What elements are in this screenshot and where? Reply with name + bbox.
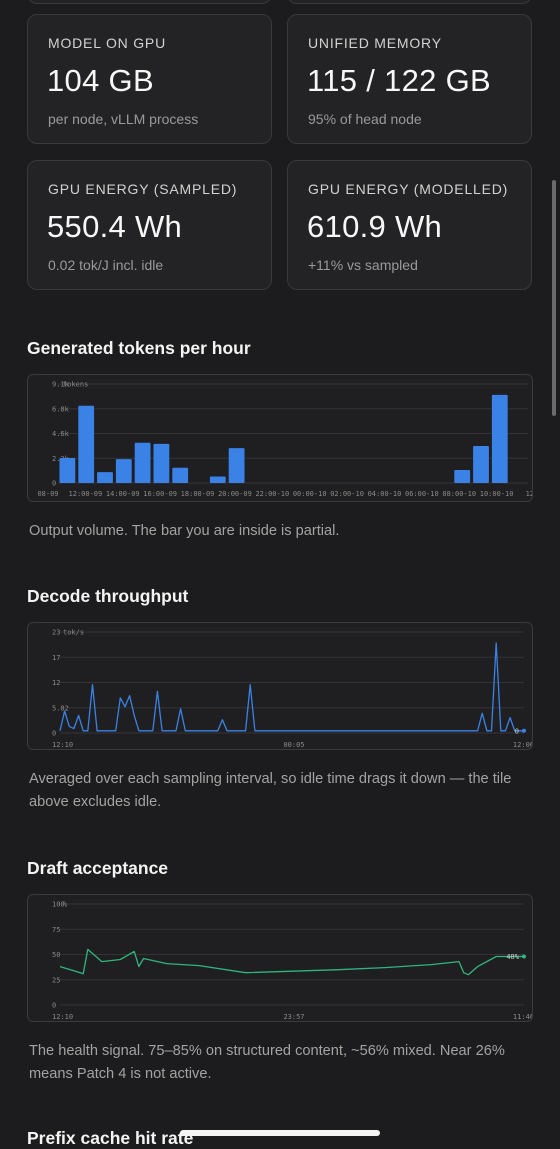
decode-chart-panel: 0 5.82 12 17 23 tok/s 0 12:10 00:05 12:06 <box>27 622 533 750</box>
x-tick-label: 08:00-10 <box>442 490 476 498</box>
x-tick-label: 12:06 <box>513 741 533 749</box>
home-indicator[interactable] <box>180 1130 380 1136</box>
stat-value: 550.4 Wh <box>47 209 183 244</box>
tokens-caption: Output volume. The bar you are inside is… <box>29 523 340 539</box>
bar <box>115 459 132 483</box>
x-tick-label: 02:00-10 <box>330 490 364 498</box>
previous-card-right <box>287 0 532 4</box>
x-tick-label: 18:00-09 <box>181 490 215 498</box>
stat-subtitle: 95% of head node <box>308 111 422 127</box>
x-tick-label: 23:57 <box>283 1013 304 1021</box>
x-tick-label: 12:0 <box>526 490 533 498</box>
stat-card-model-on-gpu: MODEL ON GPU 104 GB per node, vLLM proce… <box>27 14 272 144</box>
x-tick-label: 10:00-10 <box>480 490 514 498</box>
bar <box>491 394 508 483</box>
stat-subtitle: 0.02 tok/J incl. idle <box>48 257 164 273</box>
bar <box>153 443 170 483</box>
unit-label: tok/s <box>63 629 84 637</box>
y-tick-label: 25 <box>52 976 60 984</box>
tokens-chart-panel: 02.3k4.6k6.8k9.1ktokens08-0912:00-0914:0… <box>27 374 533 502</box>
x-tick-label: 00:05 <box>283 741 304 749</box>
stat-value: 104 GB <box>47 63 154 98</box>
x-tick-label: 22:00-10 <box>255 490 289 498</box>
y-tick-label: 23 <box>52 629 60 637</box>
stat-label: GPU ENERGY (MODELLED) <box>308 181 509 197</box>
bar <box>97 472 113 483</box>
x-tick-label: 12:00-09 <box>69 490 103 498</box>
bar <box>172 467 189 483</box>
y-tick-label: 6.8k <box>52 405 70 413</box>
y-tick-label: 0 <box>52 480 56 488</box>
section-title-decode: Decode throughput <box>27 586 189 606</box>
section-title-draft: Draft acceptance <box>27 858 169 878</box>
x-tick-label: 14:00-09 <box>106 490 140 498</box>
unit-label: tokens <box>63 381 88 389</box>
stat-value: 115 / 122 GB <box>307 63 491 98</box>
draft-chart-panel: 0 25 50 75 100% 48% 12:10 23:57 11:46 <box>27 894 533 1022</box>
previous-cards-edge <box>0 0 560 4</box>
last-point <box>522 728 526 733</box>
stat-subtitle: per node, vLLM process <box>48 111 199 127</box>
y-tick-label: 0 <box>52 730 56 738</box>
bar <box>134 442 151 483</box>
series-line <box>59 948 524 976</box>
stat-card-unified-memory: UNIFIED MEMORY 115 / 122 GB 95% of head … <box>287 14 532 144</box>
scrollbar[interactable] <box>552 180 556 416</box>
previous-card-left <box>27 0 272 4</box>
x-tick-label: 00:00-10 <box>293 490 327 498</box>
x-tick-label: 11:46 <box>513 1013 533 1021</box>
x-tick-label: 20:00-09 <box>218 490 252 498</box>
stat-label: MODEL ON GPU <box>48 35 166 51</box>
y-tick-label: 50 <box>52 951 60 959</box>
x-tick-label: 08-09 <box>37 490 58 498</box>
x-tick-label: 12:10 <box>52 1013 73 1021</box>
bar <box>59 457 76 483</box>
last-point <box>522 954 526 959</box>
section-title-prefix: Prefix cache hit rate <box>27 1128 194 1148</box>
y-tick-label: 17 <box>52 654 60 662</box>
y-tick-label: 5.82 <box>52 704 69 712</box>
bar <box>473 446 489 483</box>
draft-acceptance-chart: 0255075100%48%12:10 23:57 11:46 <box>52 901 533 1022</box>
stat-label: GPU ENERGY (SAMPLED) <box>48 181 238 197</box>
draft-caption: The health signal. 75–85% on structured … <box>29 1043 505 1082</box>
last-value-label: 0 <box>515 727 519 735</box>
stat-label: UNIFIED MEMORY <box>308 35 442 51</box>
bar <box>209 476 226 483</box>
x-tick-label: 06:00-10 <box>405 490 439 498</box>
y-tick-label: 12 <box>52 679 60 687</box>
stat-subtitle: +11% vs sampled <box>308 257 418 273</box>
tokens-per-hour-chart: 02.3k4.6k6.8k9.1ktokens08-0912:00-0914:0… <box>37 381 533 499</box>
stat-card-gpu-energy-modelled: GPU ENERGY (MODELLED) 610.9 Wh +11% vs s… <box>287 160 532 290</box>
series-line <box>59 642 524 732</box>
decode-caption: Averaged over each sampling interval, so… <box>29 771 512 810</box>
y-tick-label: 75 <box>52 926 60 934</box>
bar <box>228 448 245 483</box>
section-title-tokens: Generated tokens per hour <box>27 338 251 358</box>
x-tick-label: 04:00-10 <box>368 490 402 498</box>
bar <box>454 469 471 483</box>
x-tick-label: 12:10 <box>52 741 73 749</box>
last-value-label: 48% <box>506 953 519 961</box>
bar <box>78 405 95 483</box>
y-tick-label: 4.6k <box>52 430 70 438</box>
stat-card-gpu-energy-sampled: GPU ENERGY (SAMPLED) 550.4 Wh 0.02 tok/J… <box>27 160 272 290</box>
decode-throughput-chart: 0 5.82 12 17 23 tok/s 0 12:10 00:05 12:06 <box>52 629 533 750</box>
y-tick-label: 0 <box>52 1002 56 1010</box>
stat-value: 610.9 Wh <box>307 209 443 244</box>
x-tick-label: 16:00-09 <box>143 490 177 498</box>
